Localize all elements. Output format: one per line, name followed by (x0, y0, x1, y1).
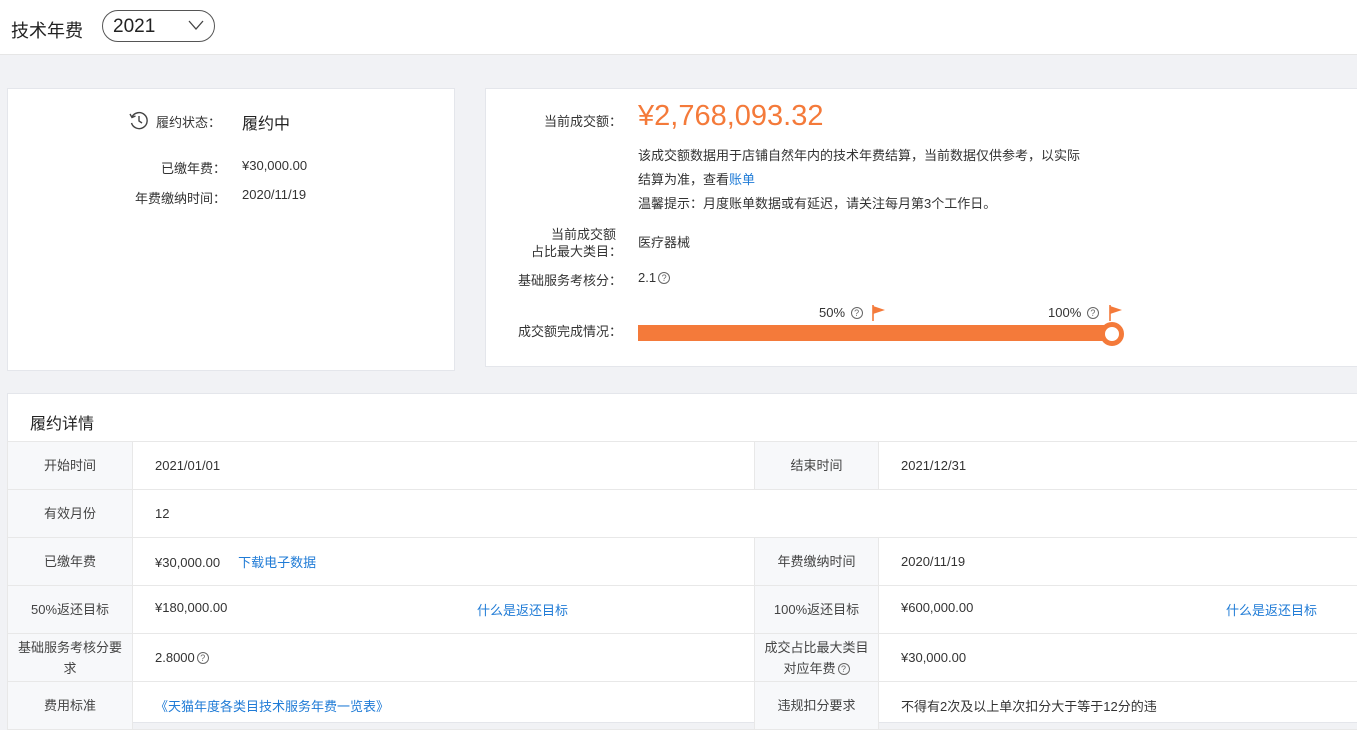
target-100-value: ¥600,000.00 (901, 600, 973, 615)
category-fee-label-1: 成交占比最大类目 (764, 640, 868, 655)
flag-50-icon (872, 305, 886, 321)
score-req-value: 2.8000 (155, 650, 195, 665)
help-icon[interactable]: ? (658, 272, 670, 284)
target-100-label: 100%返还目标 (755, 586, 879, 634)
pay-time-value: 2020/11/19 (879, 538, 1357, 586)
current-amount-label: 当前成交额： (500, 111, 622, 130)
help-icon[interactable]: ? (851, 307, 863, 319)
end-time-value: 2021/12/31 (879, 442, 1357, 490)
help-icon[interactable]: ? (1087, 307, 1099, 319)
detail-table: 开始时间 2021/01/01 结束时间 2021/12/31 有效月份 12 … (7, 441, 1357, 730)
score-req-cell: 2.8000? (133, 634, 755, 682)
penalty-value: 不得有2次及以上单次扣分大于等于12分的违 (879, 682, 1357, 730)
history-clock-icon (128, 110, 150, 132)
start-time-label: 开始时间 (8, 442, 133, 490)
pay-time-value: 2020/11/19 (242, 187, 306, 202)
tick-50-label: 50% (819, 305, 845, 320)
flag-100-icon (1109, 305, 1123, 321)
end-time-label: 结束时间 (755, 442, 879, 490)
current-amount-value: ¥2,768,093.32 (638, 100, 823, 133)
year-select[interactable]: 2021 (102, 10, 215, 42)
table-row: 基础服务考核分要求 2.8000? 成交占比最大类目对应年费? ¥30,000.… (8, 634, 1357, 682)
paid-fee-label: 已缴年费 (8, 538, 133, 586)
paid-fee-value: ¥30,000.00 (242, 158, 307, 173)
download-data-link[interactable]: 下载电子数据 (238, 555, 316, 570)
amount-note-line1: 该成交额数据用于店铺自然年内的技术年费结算，当前数据仅供参考，以实际 (638, 145, 1080, 164)
target-50-label: 50%返还目标 (8, 586, 133, 634)
tick-100-label: 100% (1048, 305, 1081, 320)
amount-note-line2-text: 结算为准，查看 (638, 172, 729, 187)
amount-note-line2: 结算为准，查看账单 (638, 169, 755, 188)
category-fee-label: 成交占比最大类目对应年费? (755, 634, 879, 682)
progress-fill (638, 325, 1118, 341)
score-req-label: 基础服务考核分要求 (8, 634, 133, 682)
penalty-label: 违规扣分要求 (755, 682, 879, 730)
valid-months-value: 12 (133, 490, 1357, 538)
top-bar: 技术年费 2021 (0, 0, 1357, 55)
table-row: 开始时间 2021/01/01 结束时间 2021/12/31 (8, 442, 1357, 490)
paid-fee-value: ¥30,000.00 (155, 555, 220, 570)
table-row: 有效月份 12 (8, 490, 1357, 538)
progress-bar (638, 325, 1118, 341)
category-value: 医疗器械 (638, 232, 690, 251)
paid-fee-label: 已缴年费： (120, 158, 226, 177)
what-is-target-link[interactable]: 什么是返还目标 (477, 600, 568, 619)
target-100-cell: ¥600,000.00 什么是返还目标 (879, 586, 1357, 634)
help-icon[interactable]: ? (838, 663, 850, 675)
start-time-value: 2021/01/01 (133, 442, 755, 490)
paid-fee-cell: ¥30,000.00 下载电子数据 (133, 538, 755, 586)
valid-months-label: 有效月份 (8, 490, 133, 538)
what-is-target-link[interactable]: 什么是返还目标 (1226, 600, 1317, 619)
status-value: 履约中 (242, 110, 290, 134)
score-value: 2.1 (638, 270, 656, 285)
fee-standard-cell: 《天猫年度各类目技术服务年费一览表》 (133, 682, 755, 730)
status-card (7, 88, 455, 371)
category-fee-label-2: 对应年费 (783, 661, 835, 676)
tick-50-wrap: 50% ? (819, 305, 863, 320)
score-value-wrap: 2.1? (638, 270, 670, 285)
tick-100-wrap: 100% ? (1048, 305, 1099, 320)
score-label: 基础服务考核分： (500, 270, 622, 289)
category-label-2: 占比最大类目： (500, 241, 622, 260)
fee-standard-label: 费用标准 (8, 682, 133, 730)
amount-note-line3: 温馨提示：月度账单数据或有延迟，请关注每月第3个工作日。 (638, 193, 996, 212)
table-row: 已缴年费 ¥30,000.00 下载电子数据 年费缴纳时间 2020/11/19 (8, 538, 1357, 586)
help-icon[interactable]: ? (197, 652, 209, 664)
table-row: 50%返还目标 ¥180,000.00 什么是返还目标 100%返还目标 ¥600… (8, 586, 1357, 634)
pay-time-label: 年费缴纳时间： (120, 188, 226, 207)
table-row: 费用标准 《天猫年度各类目技术服务年费一览表》 违规扣分要求 不得有2次及以上单… (8, 682, 1357, 730)
target-50-value: ¥180,000.00 (155, 600, 227, 615)
chevron-down-icon (188, 17, 204, 33)
year-select-value: 2021 (113, 16, 155, 38)
bill-link[interactable]: 账单 (729, 172, 755, 187)
progress-knob (1100, 322, 1124, 346)
progress-label: 成交额完成情况： (500, 321, 622, 340)
pay-time-label: 年费缴纳时间 (755, 538, 879, 586)
category-fee-value: ¥30,000.00 (879, 634, 1357, 682)
page-title: 技术年费 (11, 17, 83, 43)
target-50-cell: ¥180,000.00 什么是返还目标 (133, 586, 755, 634)
fee-standard-link[interactable]: 《天猫年度各类目技术服务年费一览表》 (155, 699, 389, 714)
status-label: 履约状态： (156, 112, 221, 131)
detail-title: 履约详情 (30, 410, 94, 434)
